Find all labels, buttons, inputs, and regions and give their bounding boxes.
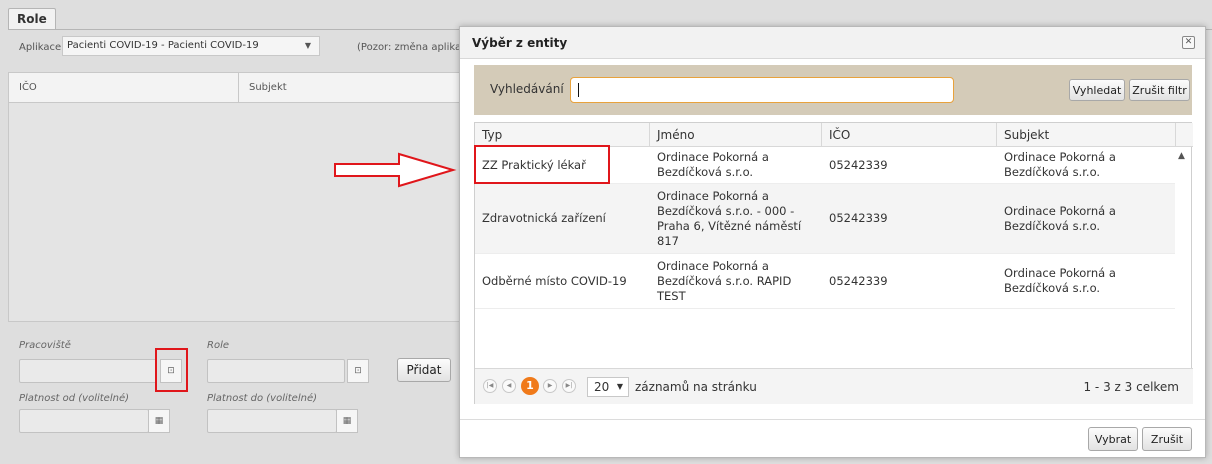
select-button[interactable]: Vybrat bbox=[1088, 427, 1138, 451]
app-label: Aplikace bbox=[19, 42, 62, 53]
app-change-note: (Pozor: změna aplikac bbox=[357, 42, 467, 53]
search-button[interactable]: Vyhledat bbox=[1069, 79, 1125, 101]
dialog-footer-divider bbox=[460, 419, 1205, 420]
table-row[interactable]: Odběrné místo COVID-19 Ordinace Pokorná … bbox=[475, 254, 1176, 309]
dialog-titlebar: Výběr z entity ✕ bbox=[460, 27, 1205, 59]
workplace-picker-highlight bbox=[155, 348, 188, 392]
table-scrollbar[interactable]: ▲ ▼ bbox=[1175, 147, 1191, 403]
dialog-title: Výběr z entity bbox=[472, 36, 568, 50]
workplace-label: Pracoviště bbox=[19, 340, 71, 351]
role-grid-header: IČO Subjekt bbox=[9, 73, 459, 103]
search-input[interactable] bbox=[570, 77, 954, 103]
column-header-subject[interactable]: Subjekt bbox=[997, 123, 1176, 147]
chevron-up-icon[interactable]: ▲ bbox=[1178, 151, 1185, 161]
grid-header-subject[interactable]: Subjekt bbox=[239, 73, 461, 103]
cell-type: Zdravotnická zařízení bbox=[482, 211, 606, 225]
cell-subject: Ordinace Pokorná a Bezdíčková s.r.o. bbox=[1004, 203, 1116, 233]
cell-ico: 05242339 bbox=[829, 273, 888, 288]
prev-page-icon[interactable]: ◀ bbox=[502, 379, 516, 393]
current-page-button[interactable]: 1 bbox=[521, 377, 539, 395]
cell-ico: 05242339 bbox=[829, 157, 888, 172]
grid-header-ico[interactable]: IČO bbox=[9, 73, 239, 103]
calendar-icon: ▦ bbox=[342, 416, 352, 426]
per-page-label: záznamů na stránku bbox=[635, 380, 757, 394]
calendar-icon: ▦ bbox=[154, 416, 164, 426]
picker-icon: ⊡ bbox=[354, 366, 362, 376]
cell-subject: Ordinace Pokorná a Bezdíčková s.r.o. bbox=[1004, 150, 1116, 179]
valid-to-calendar-button[interactable]: ▦ bbox=[336, 409, 358, 433]
role-label: Role bbox=[207, 340, 229, 351]
pager: |◀ ◀ 1 ▶ ▶| 20 ▼ záznamů na stránku 1 - … bbox=[475, 368, 1193, 404]
search-bar: Vyhledávání Vyhledat Zrušit filtr bbox=[474, 65, 1192, 115]
cell-type: Odběrné místo COVID-19 bbox=[482, 273, 627, 288]
total-count: 1 - 3 z 3 celkem bbox=[1083, 380, 1179, 394]
next-page-icon[interactable]: ▶ bbox=[543, 379, 557, 393]
app-select-value: Pacienti COVID-19 - Pacienti COVID-19 bbox=[67, 40, 259, 51]
chevron-down-icon: ▼ bbox=[304, 41, 311, 50]
valid-to-label: Platnost do (volitelné) bbox=[207, 393, 318, 404]
column-header-ico[interactable]: IČO bbox=[822, 123, 997, 147]
cell-subject: Ordinace Pokorná a Bezdíčková s.r.o. bbox=[1004, 266, 1116, 295]
page-size-value: 20 bbox=[594, 380, 610, 394]
table-row[interactable]: Zdravotnická zařízení Ordinace Pokorná a… bbox=[475, 184, 1176, 254]
add-button[interactable]: Přidat bbox=[397, 358, 451, 382]
role-input[interactable] bbox=[207, 359, 345, 383]
close-icon[interactable]: ✕ bbox=[1182, 36, 1195, 49]
role-tab[interactable]: Role bbox=[8, 8, 56, 30]
search-label: Vyhledávání bbox=[490, 82, 564, 96]
workplace-input[interactable] bbox=[19, 359, 157, 383]
column-header-name[interactable]: Jméno bbox=[650, 123, 822, 147]
entity-picker-dialog: Výběr z entity ✕ Vyhledávání Vyhledat Zr… bbox=[459, 26, 1206, 458]
cell-ico: 05242339 bbox=[829, 211, 888, 225]
first-page-icon[interactable]: |◀ bbox=[483, 379, 497, 393]
valid-from-calendar-button[interactable]: ▦ bbox=[148, 409, 170, 433]
cell-name: Ordinace Pokorná a Bezdíčková s.r.o. - 0… bbox=[657, 188, 802, 248]
valid-from-label: Platnost od (volitelné) bbox=[19, 393, 130, 404]
cell-name: Ordinace Pokorná a Bezdíčková s.r.o. bbox=[657, 150, 769, 179]
table-header: Typ Jméno IČO Subjekt bbox=[475, 123, 1193, 147]
cell-name: Ordinace Pokorná a Bezdíčková s.r.o. RAP… bbox=[657, 258, 792, 303]
last-page-icon[interactable]: ▶| bbox=[562, 379, 576, 393]
row-type-highlight bbox=[474, 145, 610, 184]
clear-filter-button[interactable]: Zrušit filtr bbox=[1129, 79, 1190, 101]
annotation-arrow-icon bbox=[334, 152, 457, 188]
role-grid: IČO Subjekt bbox=[8, 72, 460, 322]
text-cursor bbox=[578, 83, 579, 97]
role-picker-button[interactable]: ⊡ bbox=[347, 359, 369, 383]
page-size-select[interactable]: 20 ▼ bbox=[587, 377, 629, 397]
chevron-down-icon: ▼ bbox=[616, 382, 623, 391]
valid-to-input[interactable] bbox=[207, 409, 337, 433]
column-header-type[interactable]: Typ bbox=[475, 123, 650, 147]
app-select[interactable]: Pacienti COVID-19 - Pacienti COVID-19 ▼ bbox=[62, 36, 320, 56]
cancel-button[interactable]: Zrušit bbox=[1142, 427, 1192, 451]
valid-from-input[interactable] bbox=[19, 409, 149, 433]
